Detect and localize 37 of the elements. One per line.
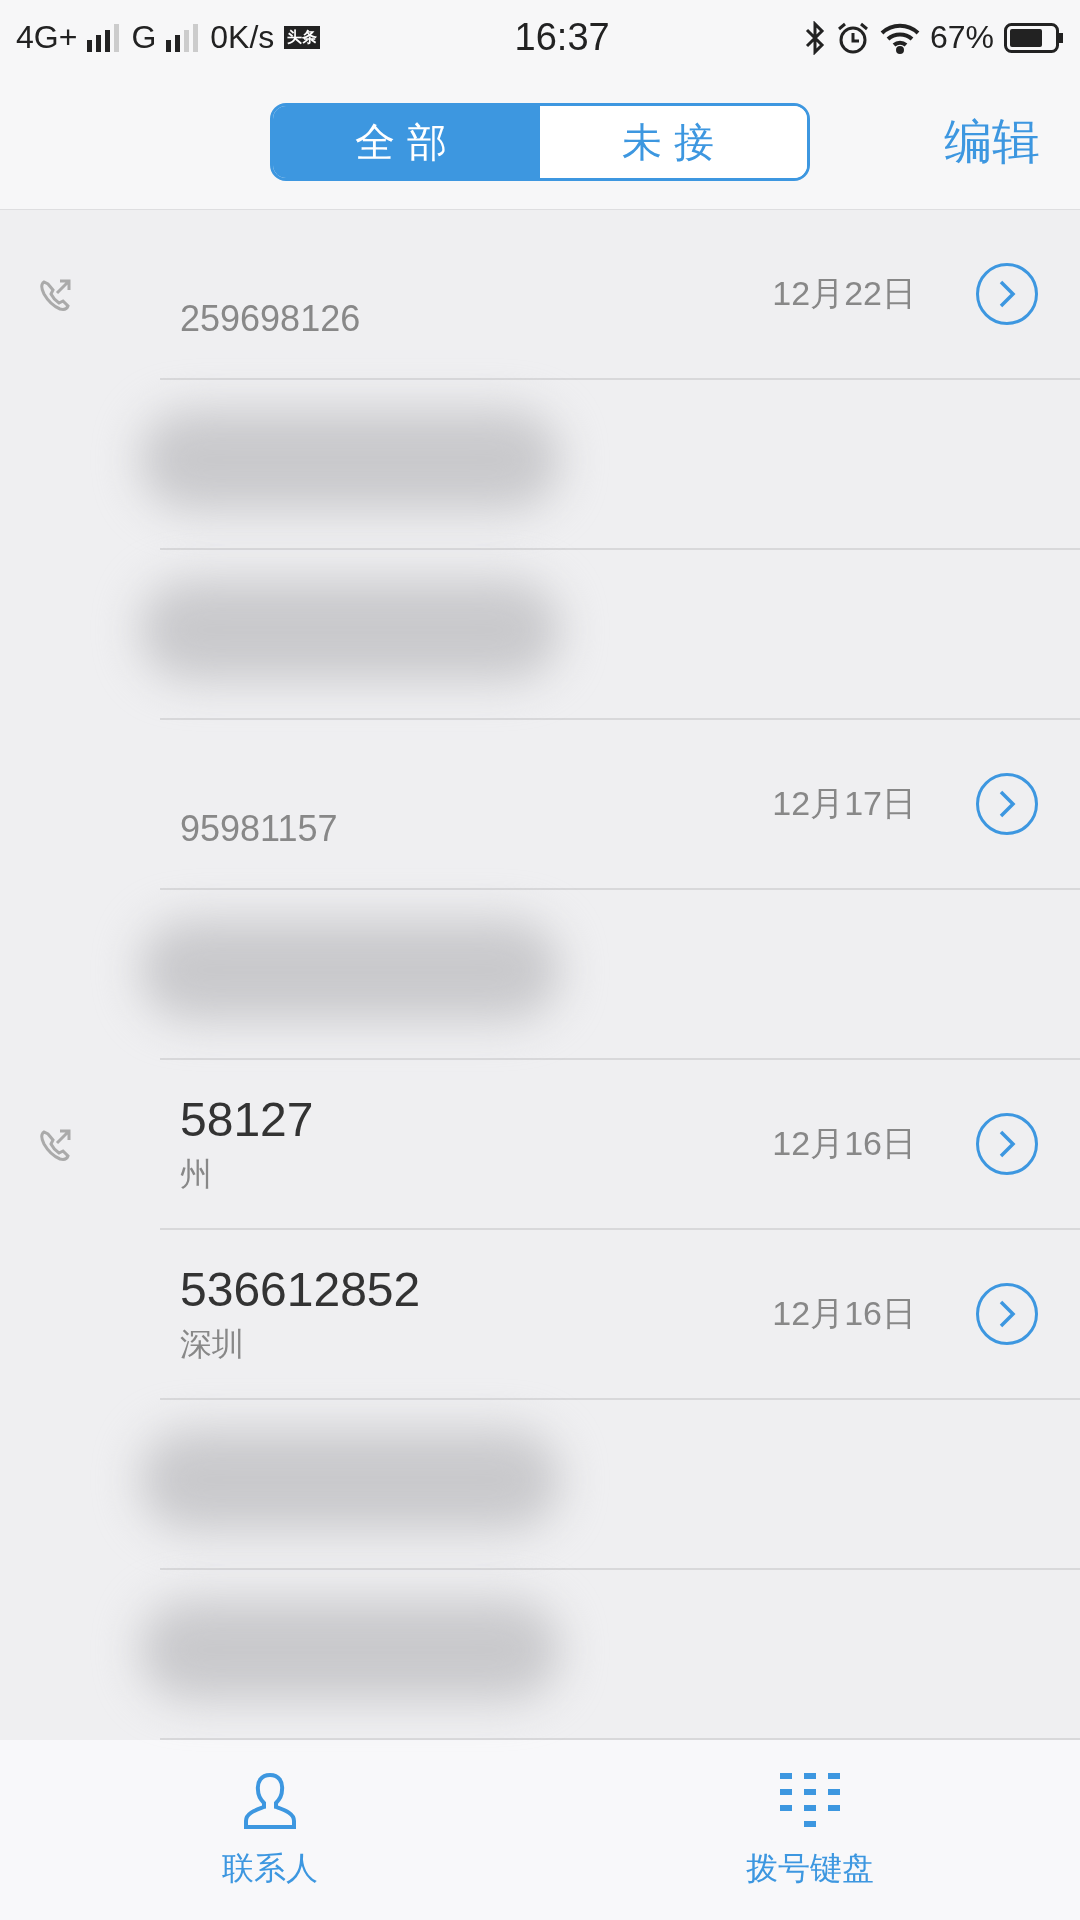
call-date: 12月22日: [772, 273, 916, 314]
chevron-right-icon: [997, 279, 1017, 309]
clock: 16:37: [514, 16, 610, 59]
edit-button[interactable]: 编辑: [944, 110, 1040, 174]
outgoing-call-icon: [38, 1128, 72, 1162]
outgoing-call-icon: [38, 278, 72, 312]
phone-number: 58127: [180, 1091, 315, 1147]
battery-icon: [1004, 22, 1064, 53]
alarm-icon: [835, 20, 870, 55]
caller-location: 州: [180, 1154, 213, 1194]
caller-location: 深圳: [180, 1324, 245, 1364]
bottom-tab[interactable]: 联系人: [0, 1740, 540, 1920]
info-button[interactable]: [976, 1113, 1038, 1175]
network-type: G: [131, 19, 157, 56]
chevron-right-icon: [997, 789, 1017, 819]
chevron-right-icon: [997, 1129, 1017, 1159]
battery-percent: 67%: [929, 19, 994, 56]
call-date: 12月16日: [772, 1123, 916, 1164]
call-date: 12月17日: [772, 783, 916, 824]
app-badge: 头条: [284, 26, 321, 49]
network-type: 4G+: [16, 19, 78, 56]
signal-icon: [166, 23, 201, 52]
signal-icon: [87, 23, 122, 52]
chevron-right-icon: [997, 1299, 1017, 1329]
network-speed: 0K/s: [210, 19, 275, 56]
phone-number: 259698126: [180, 298, 362, 340]
info-button[interactable]: [976, 773, 1038, 835]
filter-tab[interactable]: 全部: [273, 106, 540, 178]
info-button[interactable]: [976, 1283, 1038, 1345]
bluetooth-icon: [803, 20, 826, 55]
info-button[interactable]: [976, 263, 1038, 325]
call-date: 12月16日: [772, 1293, 916, 1334]
wifi-icon: [879, 21, 920, 54]
bottom-tab[interactable]: 拨号键盘: [540, 1740, 1080, 1920]
phone-number: 536612852: [180, 1261, 422, 1317]
phone-number: 95981157: [180, 808, 339, 850]
filter-tab[interactable]: 未接: [540, 106, 807, 178]
